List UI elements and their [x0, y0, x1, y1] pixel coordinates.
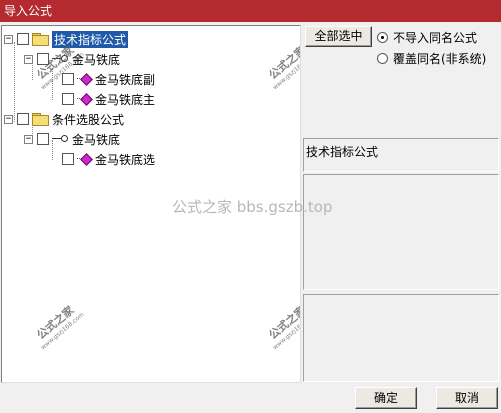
tree-node-stock-selection[interactable]: − 条件选股公式 [4, 110, 124, 128]
watermark-stamp: 公式之家 www.gszj168.com [266, 303, 301, 352]
tree-node-jinma-main[interactable]: 金马铁底主 [62, 90, 155, 108]
window-titlebar: 导入公式 [0, 0, 501, 22]
watermark-text: 公式之家 bbs.gszb.top [172, 198, 333, 216]
folder-icon [32, 113, 49, 126]
ok-button[interactable]: 确定 [355, 387, 417, 409]
detail-title: 技术指标公式 [306, 145, 379, 159]
node-checkbox[interactable] [62, 153, 74, 165]
node-checkbox[interactable] [37, 133, 49, 145]
overwrite-duplicates-option[interactable]: 覆盖同名(非系统) [377, 50, 486, 67]
tree-node-label: 技术指标公式 [50, 29, 130, 49]
detail-notes-box [303, 294, 499, 382]
formula-icon [77, 73, 91, 85]
select-all-button[interactable]: 全部选中 [305, 26, 372, 47]
detail-description-box [303, 174, 499, 290]
formula-icon [77, 93, 91, 105]
tree-node-jinma-select-group[interactable]: − 金马铁底 [24, 130, 120, 148]
watermark-stamp: 公式之家 www.gszj168.com [34, 303, 86, 352]
watermark-stamp: 公式之家 www.gszj168.com [266, 43, 301, 92]
formula-group-icon [52, 134, 68, 144]
node-checkbox[interactable] [17, 113, 29, 125]
cancel-button[interactable]: 取消 [436, 387, 498, 409]
detail-title-box: 技术指标公式 [303, 138, 499, 172]
collapse-icon[interactable]: − [4, 114, 13, 124]
tree-node-label: 金马铁底副 [95, 72, 156, 87]
formula-icon [77, 153, 91, 165]
radio-overwrite-label: 覆盖同名(非系统) [393, 52, 487, 66]
tree-node-jinma-select[interactable]: 金马铁底选 [62, 150, 155, 168]
skip-duplicates-option[interactable]: 不导入同名公式 [377, 29, 477, 46]
node-checkbox[interactable] [62, 93, 74, 105]
dialog-body: − 技术指标公式 − 金马铁底 金马铁底副 金马铁底主 − 条件选股公式 − 金… [0, 22, 501, 413]
collapse-icon[interactable]: − [24, 134, 33, 144]
node-checkbox[interactable] [17, 33, 29, 45]
tree-node-jinma-sub[interactable]: 金马铁底副 [62, 70, 155, 88]
tree-node-label: 金马铁底主 [95, 92, 156, 107]
folder-icon [32, 33, 49, 46]
window-title: 导入公式 [4, 4, 53, 18]
radio-skip-icon[interactable] [377, 32, 388, 43]
tree-node-label: 金马铁底 [72, 132, 121, 147]
collapse-icon[interactable]: − [4, 34, 13, 44]
tree-node-label: 金马铁底选 [95, 152, 156, 167]
radio-skip-label: 不导入同名公式 [393, 31, 478, 45]
button-bar: 确定 取消 [0, 386, 501, 413]
radio-overwrite-icon[interactable] [377, 53, 388, 64]
collapse-icon[interactable]: − [24, 54, 33, 64]
tree-node-label: 条件选股公式 [52, 112, 125, 127]
